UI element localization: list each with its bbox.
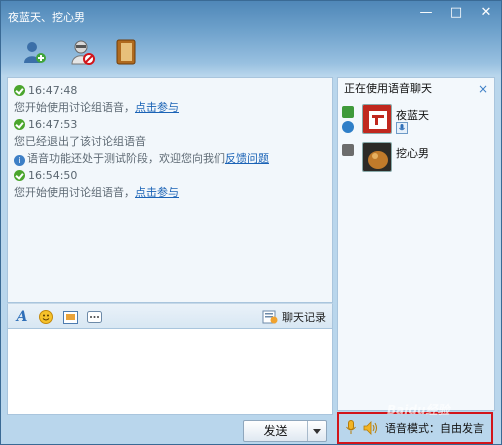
voice-panel-title: 正在使用语音聊天 [344, 82, 432, 95]
send-button-group: 发送 [243, 420, 327, 442]
message-text: 您开始使用讨论组语音， [14, 186, 135, 199]
check-icon [14, 119, 25, 130]
chat-history-button[interactable]: 聊天记录 [262, 309, 326, 325]
add-contact-icon[interactable] [19, 37, 49, 67]
maximize-button[interactable]: □ [447, 5, 465, 21]
member-status-icons [342, 144, 356, 159]
send-options-button[interactable] [308, 421, 326, 441]
timestamp-text: 16:54:50 [28, 169, 78, 182]
check-icon [14, 170, 25, 181]
message-link[interactable]: 点击参与 [135, 186, 179, 199]
toolbar [1, 31, 501, 75]
message-text: 您开始使用讨论组语音， [14, 101, 135, 114]
avatar [362, 142, 392, 172]
system-message: 您开始使用讨论组语音，点击参与 [14, 99, 326, 116]
microphone-icon [396, 122, 408, 134]
more-icon[interactable] [86, 309, 102, 325]
voice-members-panel: 正在使用语音聊天 × 夜蓝天 挖心男 [337, 77, 495, 411]
panel-close-button[interactable]: × [478, 78, 488, 100]
message-text: 您已经退出了该讨论组语音 [14, 135, 146, 148]
close-button[interactable]: ✕ [477, 5, 495, 21]
emoji-icon[interactable] [38, 309, 54, 325]
notebook-icon[interactable] [111, 37, 141, 67]
timestamp-text: 16:47:48 [28, 84, 78, 97]
message-input[interactable] [7, 329, 333, 415]
status-icon [342, 121, 354, 133]
speaker-icon[interactable] [363, 421, 379, 435]
phone-icon [342, 144, 354, 156]
window-title: 夜蓝天、挖心男 [8, 11, 85, 24]
chat-window: 夜蓝天、挖心男 — □ ✕ 16:47:48 您开始使用讨论组语音，点击参与 1… [0, 0, 502, 445]
message-timestamp: 16:47:53 [14, 116, 326, 133]
chat-history-label: 聊天记录 [282, 311, 326, 324]
voice-mode-label[interactable]: 语音模式：自由发言 [385, 420, 484, 436]
member-status-icons [342, 106, 356, 136]
voice-control-bar: 语音模式：自由发言 [337, 412, 493, 444]
message-timestamp: 16:47:48 [14, 82, 326, 99]
avatar [362, 104, 392, 134]
info-icon: i [14, 155, 25, 166]
microphone-icon[interactable] [345, 420, 357, 436]
timestamp-text: 16:47:53 [28, 118, 78, 131]
history-icon [262, 310, 278, 324]
title-bar[interactable]: 夜蓝天、挖心男 — □ ✕ [1, 1, 501, 29]
chevron-down-icon [313, 428, 321, 434]
window-controls: — □ ✕ [417, 5, 495, 21]
message-timestamp: 16:54:50 [14, 167, 326, 184]
minimize-button[interactable]: — [417, 5, 435, 21]
message-link[interactable]: 反馈问题 [225, 152, 269, 165]
format-toolbar: A 聊天记录 [7, 303, 333, 329]
screenshot-icon[interactable] [62, 309, 78, 325]
voice-panel-header: 正在使用语音聊天 × [338, 78, 494, 100]
send-button[interactable]: 发送 [244, 421, 308, 441]
info-message: i 语音功能还处于测试阶段，欢迎您向我们反馈问题 [14, 150, 326, 167]
member-name: 挖心男 [396, 147, 429, 160]
member-item[interactable]: 夜蓝天 [340, 104, 490, 140]
system-message: 您已经退出了该讨论组语音 [14, 133, 326, 150]
chat-history[interactable]: 16:47:48 您开始使用讨论组语音，点击参与 16:47:53 您已经退出了该讨论… [7, 77, 333, 303]
phone-icon [342, 106, 354, 118]
system-message: 您开始使用讨论组语音，点击参与 [14, 184, 326, 201]
message-text: 语音功能还处于测试阶段，欢迎您向我们 [27, 152, 225, 165]
message-link[interactable]: 点击参与 [135, 101, 179, 114]
voice-chat-icon[interactable] [67, 37, 97, 67]
member-item[interactable]: 挖心男 [340, 142, 490, 178]
member-name: 夜蓝天 [396, 109, 429, 122]
check-icon [14, 85, 25, 96]
font-icon[interactable]: A [14, 309, 30, 325]
